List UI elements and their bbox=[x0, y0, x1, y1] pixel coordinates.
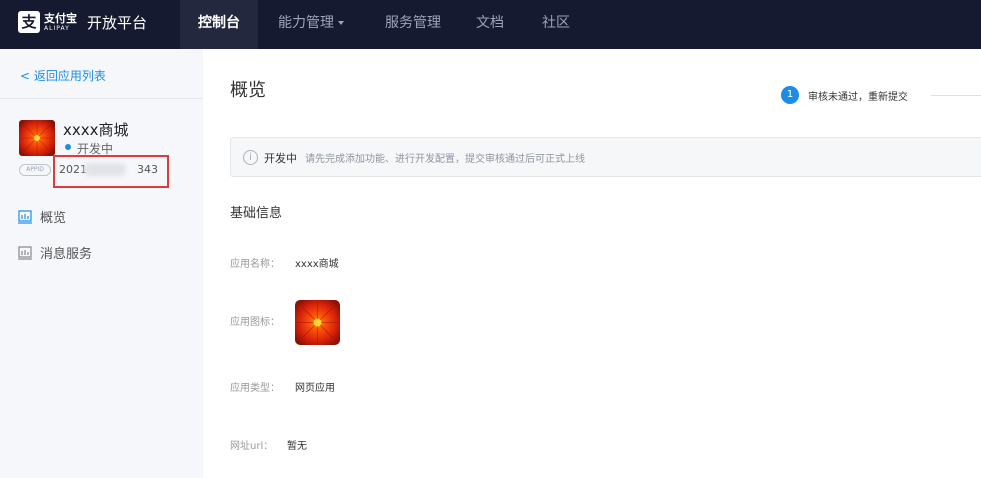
tab-community[interactable]: 社区 bbox=[542, 0, 570, 49]
field-label-app-icon: 应用图标： bbox=[230, 317, 280, 328]
logo-cn-text: 支付宝 bbox=[44, 11, 77, 25]
tab-console[interactable]: 控制台 bbox=[180, 0, 258, 49]
notice-status: 开发中 bbox=[264, 152, 297, 165]
field-value-app-type: 网页应用 bbox=[295, 383, 335, 394]
tab-community-label: 社区 bbox=[542, 15, 570, 31]
top-nav: 支 支付宝 ALIPAY 开放平台 控制台 能力管理 服务管理 文档 社区 bbox=[0, 0, 981, 49]
sidebar: < 返回应用列表 xxxx商城 开发中 APPID 2021 343 概览 消息… bbox=[0, 49, 203, 478]
back-to-app-list-link[interactable]: < 返回应用列表 bbox=[20, 67, 106, 84]
appid-badge: APPID bbox=[19, 164, 51, 176]
field-value-url: 暂无 bbox=[287, 441, 307, 452]
chevron-down-icon bbox=[338, 21, 344, 25]
section-title: 基础信息 bbox=[230, 206, 283, 221]
app-icon bbox=[295, 300, 340, 345]
sidebar-divider bbox=[0, 98, 203, 99]
status-dot bbox=[65, 144, 71, 150]
tab-docs-label: 文档 bbox=[476, 15, 504, 31]
sidebar-item-message-service[interactable]: 消息服务 bbox=[18, 243, 92, 262]
app-thumbnail bbox=[19, 120, 55, 156]
logo-en-text: ALIPAY bbox=[44, 24, 70, 32]
field-label-app-name: 应用名称： bbox=[230, 259, 280, 270]
alipay-icon: 支 bbox=[18, 11, 40, 33]
status-notice: i 开发中 请先完成添加功能、进行开发配置，提交审核通过后可正式上线 bbox=[230, 137, 981, 177]
sidebar-item-overview[interactable]: 概览 bbox=[18, 207, 66, 226]
appid-highlight-box bbox=[53, 155, 169, 188]
tab-console-label: 控制台 bbox=[198, 15, 240, 31]
page-title: 概览 bbox=[230, 80, 266, 101]
field-value-app-name: xxxx商城 bbox=[295, 259, 339, 270]
info-icon: i bbox=[243, 150, 258, 165]
chart-bar-icon bbox=[18, 245, 32, 260]
chart-bar-icon bbox=[18, 209, 32, 224]
tab-capability-label: 能力管理 bbox=[278, 15, 334, 31]
step-label: 审核未通过，重新提交 bbox=[808, 92, 908, 103]
tab-service[interactable]: 服务管理 bbox=[385, 0, 441, 49]
field-label-app-type: 应用类型： bbox=[230, 383, 280, 394]
step-number: 1 bbox=[781, 86, 799, 104]
alipay-logo[interactable]: 支 支付宝 ALIPAY 开放平台 bbox=[18, 11, 147, 33]
sidebar-item-overview-label: 概览 bbox=[40, 211, 67, 226]
sidebar-item-message-service-label: 消息服务 bbox=[40, 247, 93, 262]
step-connector bbox=[931, 95, 981, 96]
notice-text: 请先完成添加功能、进行开发配置，提交审核通过后可正式上线 bbox=[305, 154, 585, 165]
tab-capability[interactable]: 能力管理 bbox=[278, 0, 344, 49]
app-name: xxxx商城 bbox=[63, 121, 129, 139]
tab-service-label: 服务管理 bbox=[385, 15, 441, 31]
tab-docs[interactable]: 文档 bbox=[476, 0, 504, 49]
platform-title: 开放平台 bbox=[87, 13, 148, 32]
field-label-url: 网址url： bbox=[230, 441, 274, 452]
